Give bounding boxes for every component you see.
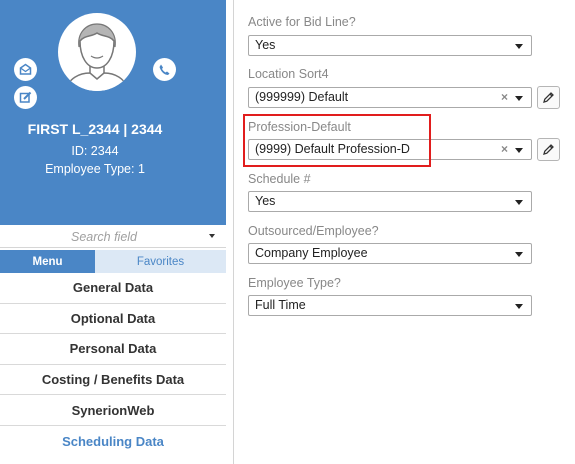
schedule-select[interactable]: Yes (248, 191, 532, 212)
schedule-label: Schedule # (248, 172, 311, 186)
edit-icon (19, 91, 32, 103)
active-bid-label: Active for Bid Line? (248, 15, 356, 29)
employee-sidebar: FIRST L_2344 | 2344 ID: 2344 Employee Ty… (0, 0, 226, 464)
panel-divider (233, 0, 234, 464)
pencil-icon (543, 92, 554, 103)
phone-icon (159, 64, 170, 75)
chevron-down-icon (515, 148, 523, 153)
employee-type: Employee Type: 1 (45, 162, 145, 176)
edit-profile-button[interactable] (14, 86, 37, 109)
location-sort-label: Location Sort4 (248, 67, 329, 81)
outsourced-label: Outsourced/Employee? (248, 224, 379, 238)
chevron-down-icon (515, 96, 523, 101)
tab-menu[interactable]: Menu (0, 250, 95, 273)
search-field-input[interactable] (4, 227, 204, 246)
tab-favorites[interactable]: Favorites (95, 250, 226, 273)
sidebar-tabs: Menu Favorites (0, 250, 226, 273)
avatar-placeholder-icon (65, 23, 129, 91)
highlight-box (243, 114, 431, 167)
profession-edit-button[interactable] (537, 138, 560, 161)
clear-x-icon[interactable]: × (501, 142, 508, 156)
sidebar-item-personal-data[interactable]: Personal Data (0, 334, 226, 365)
chevron-down-icon (515, 252, 523, 257)
employee-type-select[interactable]: Full Time (248, 295, 532, 316)
active-bid-value: Yes (255, 38, 276, 52)
chevron-down-icon[interactable] (209, 234, 215, 238)
profile-card: FIRST L_2344 | 2344 ID: 2344 Employee Ty… (0, 0, 226, 225)
active-bid-select[interactable]: Yes (248, 35, 532, 56)
avatar (58, 13, 136, 91)
employee-id: ID: 2344 (71, 144, 119, 158)
employee-name: FIRST L_2344 | 2344 (27, 121, 163, 137)
sidebar-item-synerionweb[interactable]: SynerionWeb (0, 395, 226, 426)
send-message-button[interactable] (14, 58, 37, 81)
outsourced-value: Company Employee (255, 246, 368, 260)
location-sort-edit-button[interactable] (537, 86, 560, 109)
sidebar-item-costing-benefits[interactable]: Costing / Benefits Data (0, 365, 226, 396)
location-sort-value: (999999) Default (255, 90, 349, 104)
sidebar-menu: General Data Optional Data Personal Data… (0, 273, 226, 457)
chevron-down-icon (515, 44, 523, 49)
mail-icon (19, 63, 32, 75)
sidebar-item-general-data[interactable]: General Data (0, 273, 226, 304)
pencil-icon (543, 144, 554, 155)
search-field-bar (0, 226, 226, 248)
call-button[interactable] (153, 58, 176, 81)
chevron-down-icon (515, 304, 523, 309)
clear-x-icon[interactable]: × (501, 90, 508, 104)
schedule-value: Yes (255, 194, 276, 208)
employee-type-value: Full Time (255, 298, 306, 312)
sidebar-item-optional-data[interactable]: Optional Data (0, 304, 226, 335)
employee-type-label: Employee Type? (248, 276, 341, 290)
sidebar-item-scheduling-data[interactable]: Scheduling Data (0, 426, 226, 457)
chevron-down-icon (515, 200, 523, 205)
location-sort-select[interactable]: (999999) Default × (248, 87, 532, 108)
outsourced-select[interactable]: Company Employee (248, 243, 532, 264)
